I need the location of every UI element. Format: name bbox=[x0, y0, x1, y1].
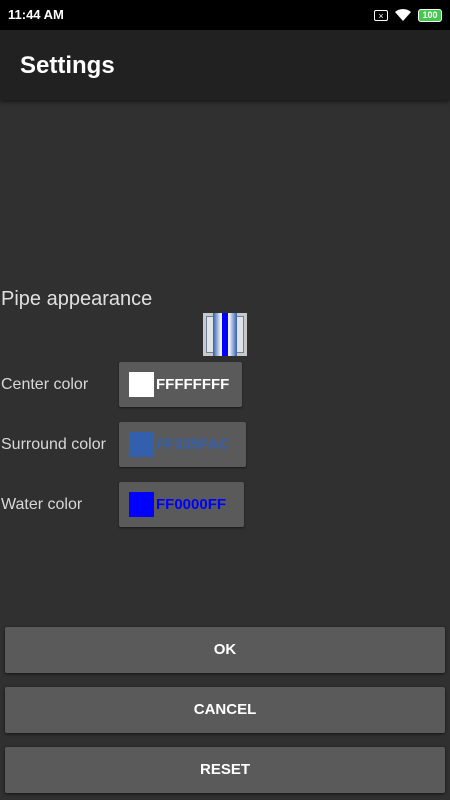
surround-color-label: Surround color bbox=[1, 436, 106, 453]
sim-x-icon: × bbox=[374, 9, 388, 21]
center-color-button[interactable]: FFFFFFFF bbox=[119, 362, 242, 407]
surround-color-button[interactable]: FF335FAC bbox=[119, 422, 246, 467]
status-icons: × 100 bbox=[374, 7, 442, 23]
water-color-value: FF0000FF bbox=[156, 496, 227, 513]
pipe-appearance-heading: Pipe appearance bbox=[1, 288, 153, 310]
surround-color-swatch bbox=[129, 432, 154, 457]
app-bar: Settings bbox=[0, 30, 450, 100]
battery-icon: 100 bbox=[418, 8, 442, 22]
status-time: 11:44 AM bbox=[8, 7, 64, 22]
water-color-button[interactable]: FF0000FF bbox=[119, 482, 244, 527]
ok-button[interactable]: OK bbox=[5, 627, 445, 673]
water-color-label: Water color bbox=[1, 496, 83, 513]
center-color-value: FFFFFFFF bbox=[156, 376, 230, 393]
water-color-swatch bbox=[129, 492, 154, 517]
surround-color-value: FF335FAC bbox=[156, 436, 230, 453]
wifi-icon bbox=[395, 8, 411, 21]
center-color-label: Center color bbox=[1, 376, 89, 393]
status-bar: 11:44 AM × 100 bbox=[0, 0, 450, 30]
center-color-swatch bbox=[129, 372, 154, 397]
reset-button[interactable]: RESET bbox=[5, 747, 445, 793]
cancel-button[interactable]: CANCEL bbox=[5, 687, 445, 733]
page-title: Settings bbox=[20, 52, 115, 79]
pipe-preview-icon bbox=[203, 313, 247, 356]
